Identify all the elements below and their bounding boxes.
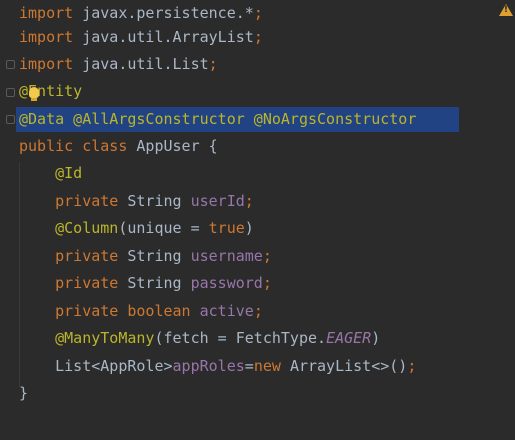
code-token: EAGER — [326, 329, 372, 347]
code-line[interactable]: import java.util.List; — [19, 51, 218, 78]
code-token: (unique = — [118, 219, 209, 237]
code-token: ) — [244, 219, 254, 237]
warning-icon-glyph: ! — [503, 5, 508, 15]
code-line[interactable]: public class AppUser { — [19, 133, 218, 160]
code-token: userId — [190, 192, 245, 210]
code-token: @Id — [19, 164, 83, 182]
code-token: ) — [371, 329, 381, 347]
code-token: ; — [244, 192, 254, 210]
code-line[interactable]: private String password; — [19, 270, 272, 297]
intention-bulb-icon[interactable] — [29, 87, 39, 98]
code-line[interactable]: @Id — [19, 160, 82, 187]
code-token: ; — [262, 274, 272, 292]
code-token: private boolean — [19, 302, 200, 320]
code-token: appRoles — [172, 357, 245, 375]
code-token: username — [190, 247, 263, 265]
code-token: String — [127, 274, 191, 292]
code-token: java.util.List — [73, 55, 209, 73]
intention-bulb-base — [31, 98, 37, 101]
code-line[interactable]: private String username; — [19, 243, 272, 270]
code-line[interactable]: } — [19, 380, 28, 407]
code-token: (fetch = FetchType. — [154, 329, 327, 347]
code-token: @ManyToMany — [19, 329, 155, 347]
code-token: ; — [253, 4, 263, 22]
fold-marker-icon[interactable] — [6, 88, 15, 97]
code-token: private — [19, 247, 128, 265]
code-token: java.util.ArrayList — [73, 28, 254, 46]
code-token: import — [19, 28, 74, 46]
code-token: import — [19, 4, 74, 22]
code-line[interactable]: import javax.persistence.*; — [19, 0, 263, 27]
code-token: String — [127, 247, 191, 265]
code-token: private — [19, 274, 128, 292]
code-token: new — [253, 357, 290, 375]
code-line[interactable]: private boolean active; — [19, 298, 263, 325]
code-token: = — [244, 357, 254, 375]
fold-marker-icon[interactable] — [6, 60, 15, 69]
code-line[interactable]: @Column(unique = true) — [19, 215, 254, 242]
code-line[interactable]: List<AppRole>appRoles=new ArrayList<>(); — [19, 353, 416, 380]
code-token: @Data @AllArgsConstructor @NoArgsConstru… — [19, 110, 417, 128]
code-line[interactable]: import java.util.ArrayList; — [19, 24, 263, 51]
code-token: active — [199, 302, 254, 320]
code-token: List<AppRole> — [19, 357, 173, 375]
code-token: ; — [253, 28, 263, 46]
code-token: private — [19, 192, 128, 210]
code-token: } — [19, 384, 29, 402]
fold-marker-icon[interactable] — [6, 115, 15, 124]
code-token: true — [208, 219, 245, 237]
code-line[interactable]: @ManyToMany(fetch = FetchType.EAGER) — [19, 325, 380, 352]
code-token: String — [127, 192, 191, 210]
code-token: ArrayList<>() — [289, 357, 408, 375]
code-line[interactable]: @Data @AllArgsConstructor @NoArgsConstru… — [19, 106, 416, 133]
code-token: ; — [253, 302, 263, 320]
code-token: password — [190, 274, 263, 292]
code-token: ; — [208, 55, 218, 73]
code-token: import — [19, 55, 74, 73]
code-token: ; — [407, 357, 417, 375]
code-token: public class — [19, 137, 137, 155]
code-token: @Column — [19, 219, 119, 237]
code-token: ; — [262, 247, 272, 265]
code-token: AppUser { — [136, 137, 218, 155]
code-token: javax.persistence.* — [73, 4, 254, 22]
code-editor[interactable]: import javax.persistence.*; import java.u… — [0, 0, 515, 440]
code-line[interactable]: private String userId; — [19, 188, 254, 215]
